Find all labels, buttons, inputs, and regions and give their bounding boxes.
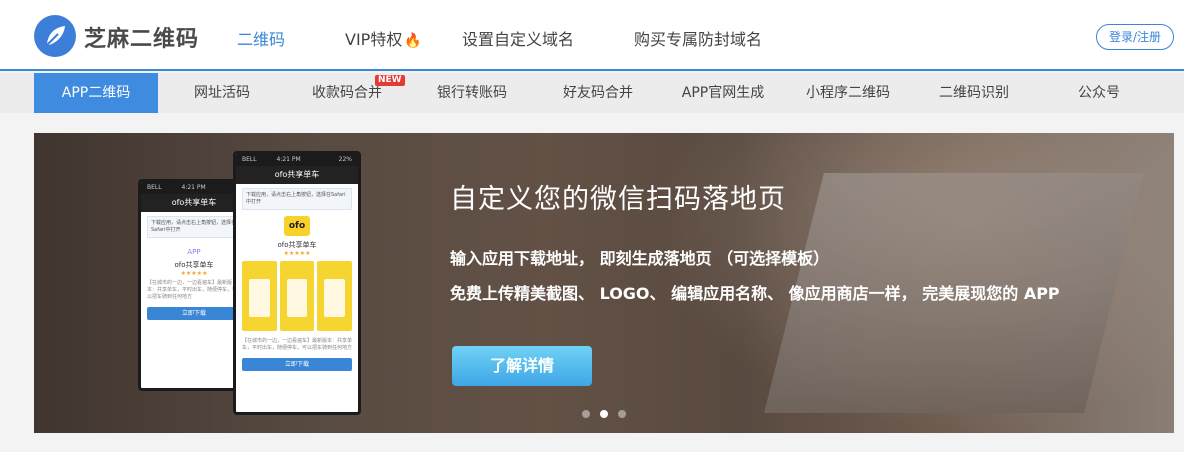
new-badge: NEW — [375, 75, 405, 86]
learn-more-button[interactable]: 了解详情 — [452, 346, 592, 386]
tab-bank-transfer[interactable]: 银行转账码 — [410, 73, 534, 113]
phone-status-bar: BELL 4:21 PM — [141, 182, 247, 194]
phone-app-label: APP — [187, 248, 201, 256]
top-navigation-bar: 芝麻二维码 二维码 VIP特权 🔥 设置自定义域名 购买专属防封域名 登录/注册 — [0, 0, 1184, 71]
carousel-dot-3[interactable] — [618, 410, 626, 418]
nav-qrcode-label: 二维码 — [237, 30, 286, 49]
flame-icon: 🔥 — [404, 33, 422, 49]
tool-tabs: APP二维码 网址活码 收款码合并 NEW 银行转账码 好友码合并 APP官网生… — [0, 73, 1184, 113]
phone-description: 【在城市的一边，一边看遍车】最新版本：共享单车，平时出车，随便停车，可以把车骑到… — [242, 338, 353, 351]
logo-icon[interactable] — [34, 15, 76, 57]
app-screenshot — [279, 261, 315, 331]
tab-app-website[interactable]: APP官网生成 — [661, 73, 785, 113]
brand-name[interactable]: 芝麻二维码 — [84, 21, 199, 53]
phone-notice: 下载应用，请点击右上角按钮，选择在Safari中打开 — [147, 216, 241, 238]
phone-time: 4:21 PM — [276, 156, 301, 163]
nav-vip[interactable]: VIP特权 🔥 — [345, 26, 422, 50]
phone-app-name: ofo共享单车 — [277, 241, 317, 249]
phone-rating: ★★★★★ — [283, 250, 311, 257]
tab-miniprogram-qrcode[interactable]: 小程序二维码 — [786, 73, 910, 113]
tab-qrcode-recognize[interactable]: 二维码识别 — [912, 73, 1036, 113]
nav-qrcode[interactable]: 二维码 — [237, 26, 285, 50]
carousel-dot-1[interactable] — [582, 410, 590, 418]
banner-feature-line-2: 免费上传精美截图、 LOGO、 编辑应用名称、 像应用商店一样， 完美展现您的 … — [450, 284, 1060, 303]
nav-custom-domain-label: 设置自定义域名 — [462, 30, 575, 49]
tab-payment-merge[interactable]: 收款码合并 NEW — [285, 73, 409, 113]
phone-time: 4:21 PM — [181, 184, 206, 191]
phone-carrier: BELL — [242, 156, 257, 163]
phone-status-bar: BELL 4:21 PM 22% — [236, 154, 358, 166]
phone-battery: 22% — [338, 156, 352, 163]
phone-notice: 下载应用，请点击右上角按钮，选择在Safari中打开 — [242, 188, 352, 210]
nav-buy-domain-label: 购买专属防封域名 — [634, 30, 763, 49]
tab-official-account[interactable]: 公众号 — [1037, 73, 1161, 113]
ofo-app-logo: ofo — [284, 216, 310, 236]
tab-url-live-code[interactable]: 网址活码 — [160, 73, 284, 113]
banner-headline: 自定义您的微信扫码落地页 — [450, 184, 786, 215]
login-register-button[interactable]: 登录/注册 — [1096, 24, 1174, 50]
phone-carrier: BELL — [147, 184, 162, 191]
phone-screenshots — [236, 257, 358, 335]
carousel-dot-2[interactable] — [600, 410, 608, 418]
phone-title: ofo共享单车 — [141, 194, 247, 212]
phone-description: 【在城市的一边，一边看遍车】最新版本：共享单车，平时出车，随便停车，可以把车骑到… — [147, 280, 238, 300]
tab-friend-merge[interactable]: 好友码合并 — [536, 73, 660, 113]
phone-title: ofo共享单车 — [236, 166, 358, 184]
banner-feature-line-1: 输入应用下载地址， 即刻生成落地页 （可选择模板） — [450, 249, 830, 268]
tab-payment-merge-label: 收款码合并 — [312, 85, 382, 101]
app-screenshot — [242, 261, 277, 331]
nav-vip-label: VIP特权 — [345, 30, 403, 49]
hero-banner: BELL 4:21 PM ofo共享单车 下载应用，请点击右上角按钮，选择在Sa… — [34, 133, 1174, 433]
nav-buy-domain[interactable]: 购买专属防封域名 — [634, 26, 762, 50]
phone-rating: ★★★★★ — [180, 270, 208, 277]
app-screenshot — [317, 261, 353, 331]
tab-app-qrcode[interactable]: APP二维码 — [34, 73, 158, 113]
phone-mockup-front: BELL 4:21 PM 22% ofo共享单车 下载应用，请点击右上角按钮，选… — [233, 151, 361, 415]
phone-download-button: 立即下载 — [147, 307, 241, 320]
phone-download-button: 立即下载 — [242, 358, 352, 371]
nav-custom-domain[interactable]: 设置自定义域名 — [462, 26, 574, 50]
phone-app-name: ofo共享单车 — [174, 261, 214, 269]
